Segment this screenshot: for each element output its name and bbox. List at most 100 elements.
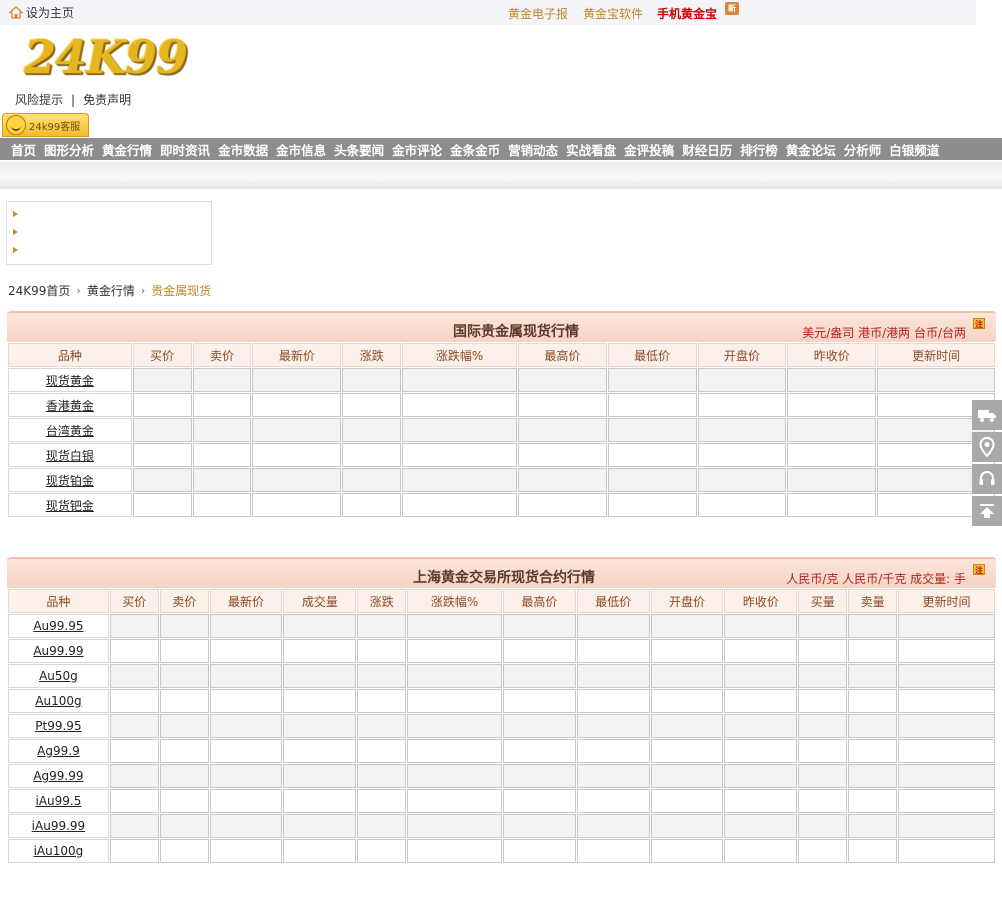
nav-item-forum[interactable]: 黄金论坛 — [786, 140, 836, 159]
quote-cell — [132, 443, 192, 467]
quote-cell — [898, 789, 995, 813]
nav-item-market-data[interactable]: 金市数据 — [218, 140, 268, 159]
instrument-link[interactable]: Ag99.99 — [8, 764, 109, 788]
quote-cell — [407, 714, 502, 738]
back-to-top-button[interactable] — [972, 496, 1002, 526]
quote-cell — [697, 468, 787, 492]
side-float-widget — [972, 400, 1002, 528]
quote-cell — [898, 839, 995, 863]
quote-cell — [402, 393, 517, 417]
table-row: Au99.99 — [8, 639, 995, 663]
set-homepage-label: 设为主页 — [26, 6, 75, 20]
customer-service-button[interactable]: 24k99客服 — [2, 113, 89, 137]
instrument-link[interactable]: Ag99.9 — [8, 739, 109, 763]
sge-panel-units: 人民币/克 人民币/千克 成交量: 手 — [786, 572, 966, 586]
quote-cell — [159, 639, 209, 663]
quote-cell — [159, 664, 209, 688]
nav-item-bars-coins[interactable]: 金条金币 — [450, 140, 500, 159]
gold-software-link[interactable]: 黄金宝软件 — [583, 5, 643, 22]
quote-cell — [697, 418, 787, 442]
quote-cell — [209, 739, 283, 763]
instrument-link[interactable]: 台湾黄金 — [8, 418, 132, 442]
nav-item-rankings[interactable]: 排行榜 — [740, 140, 778, 159]
intl-panel-units: 美元/盎司 港币/港两 台币/台两 — [802, 326, 966, 340]
column-header: 最低价 — [607, 343, 697, 367]
quote-cell — [502, 689, 576, 713]
nav-item-gold-quotes[interactable]: 黄金行情 — [102, 140, 152, 159]
instrument-link[interactable]: iAu100g — [8, 839, 109, 863]
nav-item-analysts[interactable]: 分析师 — [844, 140, 882, 159]
table-row: iAu99.5 — [8, 789, 995, 813]
instrument-link[interactable]: 现货铂金 — [8, 468, 132, 492]
quote-cell — [283, 714, 357, 738]
nav-item-market-comments[interactable]: 金市评论 — [392, 140, 442, 159]
note-badge[interactable]: 注 — [973, 318, 985, 329]
quote-cell — [848, 689, 898, 713]
quote-cell — [132, 368, 192, 392]
nav-item-silver[interactable]: 白银频道 — [889, 140, 939, 159]
table-row: 台湾黄金 — [8, 418, 995, 442]
location-button[interactable] — [972, 432, 1002, 462]
quote-cell — [109, 714, 159, 738]
instrument-link[interactable]: iAu99.5 — [8, 789, 109, 813]
quote-cell — [192, 468, 252, 492]
nav-item-chart-analysis[interactable]: 图形分析 — [44, 140, 94, 159]
quote-cell — [576, 664, 650, 688]
sge-panel-header: 上海黄金交易所现货合约行情 人民币/克 人民币/千克 成交量: 手 注 — [7, 557, 996, 589]
quote-cell — [209, 714, 283, 738]
site-logo[interactable]: 24K99 — [24, 30, 200, 88]
quote-cell — [798, 689, 848, 713]
quote-cell — [576, 789, 650, 813]
instrument-link[interactable]: 现货钯金 — [8, 493, 132, 517]
quote-cell — [109, 614, 159, 638]
gold-newsletter-link[interactable]: 黄金电子报 — [508, 5, 568, 22]
quote-cell — [407, 614, 502, 638]
nav-item-market-info[interactable]: 金市信息 — [276, 140, 326, 159]
instrument-link[interactable]: 现货黄金 — [8, 368, 132, 392]
note-badge[interactable]: 注 — [973, 564, 985, 575]
nav-item-live-watch[interactable]: 实战看盘 — [566, 140, 616, 159]
instrument-link[interactable]: Pt99.95 — [8, 714, 109, 738]
support-button[interactable] — [972, 464, 1002, 494]
instrument-link[interactable]: Au50g — [8, 664, 109, 688]
nav-item-instant-news[interactable]: 即时资讯 — [160, 140, 210, 159]
quote-cell — [724, 764, 798, 788]
quote-cell — [407, 689, 502, 713]
risk-warning-link[interactable]: 风险提示 — [15, 93, 63, 107]
table-row: 现货黄金 — [8, 368, 995, 392]
nav-item-home[interactable]: 首页 — [11, 140, 36, 159]
nav-item-marketing[interactable]: 营销动态 — [508, 140, 558, 159]
quote-cell — [252, 443, 342, 467]
instrument-link[interactable]: Au100g — [8, 689, 109, 713]
quote-cell — [502, 739, 576, 763]
quote-cell — [407, 814, 502, 838]
mobile-gold-link[interactable]: 手机黄金宝 — [657, 5, 717, 22]
instrument-link[interactable]: Au99.99 — [8, 639, 109, 663]
quote-cell — [407, 639, 502, 663]
delivery-button[interactable] — [972, 400, 1002, 430]
breadcrumb-gold-quotes[interactable]: 黄金行情 — [87, 282, 135, 299]
column-header: 更新时间 — [898, 589, 995, 613]
breadcrumb-home[interactable]: 24K99首页 — [8, 282, 70, 299]
nav-item-headlines[interactable]: 头条要闻 — [334, 140, 384, 159]
column-header: 卖价 — [192, 343, 252, 367]
instrument-link[interactable]: 香港黄金 — [8, 393, 132, 417]
quote-cell — [109, 839, 159, 863]
quote-cell — [798, 639, 848, 663]
quote-cell — [650, 764, 724, 788]
quote-cell — [576, 714, 650, 738]
main-nav: 首页 图形分析 黄金行情 即时资讯 金市数据 金市信息 头条要闻 金市评论 金条… — [0, 138, 1002, 160]
quote-cell — [132, 493, 192, 517]
disclaimer-link[interactable]: 免责声明 — [83, 93, 131, 107]
table-row: Ag99.99 — [8, 764, 995, 788]
nav-item-submissions[interactable]: 金评投稿 — [624, 140, 674, 159]
instrument-link[interactable]: 现货白银 — [8, 443, 132, 467]
quote-cell — [517, 443, 607, 467]
set-homepage-link[interactable]: 设为主页 — [9, 4, 74, 21]
quote-cell — [724, 739, 798, 763]
instrument-link[interactable]: Au99.95 — [8, 614, 109, 638]
quote-cell — [576, 689, 650, 713]
quote-cell — [848, 839, 898, 863]
nav-item-calendar[interactable]: 财经日历 — [682, 140, 732, 159]
instrument-link[interactable]: iAu99.99 — [8, 814, 109, 838]
